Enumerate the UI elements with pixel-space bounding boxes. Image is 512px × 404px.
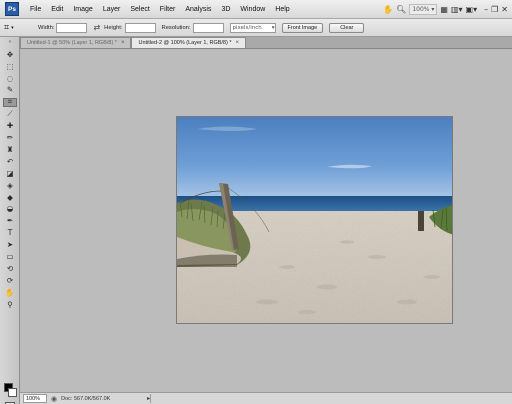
crop-tool-icon[interactable]: ⌗: [3, 97, 17, 107]
chevron-down-icon: ▾: [11, 24, 14, 31]
collapse-panel-icon[interactable]: »: [2, 39, 18, 45]
menu-help[interactable]: Help: [270, 6, 294, 13]
screen-mode-icon[interactable]: ▣▾: [466, 3, 478, 16]
3d-orbit-tool-icon[interactable]: ⟳: [3, 276, 17, 285]
menu-image[interactable]: Image: [68, 6, 97, 13]
hand-view-icon[interactable]: ✋: [383, 3, 393, 16]
menu-filter[interactable]: Filter: [155, 6, 181, 13]
menu-3d[interactable]: 3D: [216, 6, 235, 13]
clone-stamp-tool-icon[interactable]: ♜: [3, 145, 17, 154]
menu-layer[interactable]: Layer: [98, 6, 126, 13]
menu-window[interactable]: Window: [235, 6, 270, 13]
height-label: Height:: [104, 24, 123, 31]
status-zoom-field[interactable]: 100%: [23, 394, 47, 403]
beach-photo[interactable]: [176, 116, 453, 324]
application-bar-controls: ✋ 🔍︎ 100% ▾ ▦ ▥▾ ▣▾ – ❐ ✕: [383, 2, 508, 17]
document-canvas-area[interactable]: [21, 50, 512, 392]
history-brush-tool-icon[interactable]: ↶: [3, 157, 17, 166]
menu-file[interactable]: File: [25, 6, 46, 13]
front-image-button[interactable]: Front Image: [281, 22, 324, 33]
photoshop-logo-icon: Ps: [5, 2, 19, 16]
width-field[interactable]: [56, 22, 88, 33]
resolution-label: Resolution:: [161, 24, 191, 31]
width-label: Width:: [38, 24, 55, 31]
arrange-documents-icon[interactable]: ▥▾: [451, 3, 463, 16]
menu-analysis[interactable]: Analysis: [180, 6, 216, 13]
brush-tool-icon[interactable]: ✏: [3, 133, 17, 142]
hand-tool-icon[interactable]: ✋: [3, 288, 17, 297]
tool-options-bar: ⌗ ▾ Width: ⇄ Height: Resolution: pixels/i…: [0, 19, 512, 37]
path-selection-tool-icon[interactable]: ➤: [3, 240, 17, 249]
paint-bucket-tool-icon[interactable]: ◈: [3, 181, 17, 190]
zoom-view-icon[interactable]: 🔍︎: [396, 3, 406, 16]
marquee-tool-icon[interactable]: ⬚: [3, 62, 17, 71]
background-color-swatch[interactable]: [8, 388, 17, 397]
resolution-field[interactable]: [192, 22, 224, 33]
close-window-icon[interactable]: ✕: [501, 3, 508, 16]
spot-healing-tool-icon[interactable]: ✚: [3, 121, 17, 130]
pen-tool-icon[interactable]: ✒: [3, 217, 17, 226]
shape-tool-icon[interactable]: ▭: [3, 252, 17, 261]
horizontal-scroll-area[interactable]: [150, 394, 509, 403]
3d-rotate-tool-icon[interactable]: ⟲: [3, 264, 17, 273]
zoom-tool-icon[interactable]: ⚲: [3, 300, 17, 309]
resolution-unit-select[interactable]: pixels/inch ▾: [229, 22, 276, 33]
status-info-icon[interactable]: ◉: [51, 395, 57, 403]
close-icon[interactable]: ×: [121, 40, 125, 46]
status-bar: 100% ◉ Doc: 567.0K/567.0K ▸: [20, 392, 512, 404]
view-extras-icon[interactable]: ▦: [440, 3, 448, 16]
blur-tool-icon[interactable]: ◆: [3, 193, 17, 202]
dodge-tool-icon[interactable]: ◒: [3, 205, 17, 214]
lasso-tool-icon[interactable]: ◌: [3, 74, 17, 83]
clear-button[interactable]: Clear: [329, 22, 365, 33]
zoom-level-value: 100%: [412, 6, 430, 13]
tab-label: Untitled-2 @ 100% (Layer 1, RGB/8) *: [138, 40, 232, 46]
swap-dimensions-icon[interactable]: ⇄: [93, 23, 100, 32]
menu-select[interactable]: Select: [125, 6, 154, 13]
document-size-text: Doc: 567.0K/567.0K: [61, 395, 111, 402]
menu-edit[interactable]: Edit: [46, 6, 68, 13]
tools-panel: » ✥ ⬚ ◌ ✎ ⌗ ⟋ ✚ ✏ ♜ ↶ ◪ ◈ ◆ ◒ ✒ T ➤ ▭ ⟲ ⟳ ✋ ⚲: [0, 37, 20, 404]
document-tabs: Untitled-1 @ 50% (Layer 1, RGB/8) * × Un…: [20, 37, 512, 49]
beach-photo-image: [177, 117, 452, 323]
eraser-tool-icon[interactable]: ◪: [3, 169, 17, 178]
tab-label: Untitled-1 @ 50% (Layer 1, RGB/8) *: [27, 40, 117, 46]
zoom-level-select[interactable]: 100% ▾: [409, 4, 438, 15]
restore-window-icon[interactable]: ❐: [491, 3, 498, 16]
quick-selection-tool-icon[interactable]: ✎: [3, 86, 17, 95]
move-tool-icon[interactable]: ✥: [3, 50, 17, 59]
tool-preset-picker[interactable]: ⌗ ▾: [4, 21, 30, 35]
type-tool-icon[interactable]: T: [3, 229, 17, 238]
menu-items: File Edit Image Layer Select Filter Analysis 3D…: [25, 6, 295, 13]
tab-untitled-1[interactable]: Untitled-1 @ 50% (Layer 1, RGB/8) * ×: [20, 37, 132, 48]
eyedropper-tool-icon[interactable]: ⟋: [3, 110, 17, 119]
close-icon[interactable]: ×: [235, 40, 239, 46]
minimize-window-icon[interactable]: –: [484, 3, 488, 16]
tab-untitled-2[interactable]: Untitled-2 @ 100% (Layer 1, RGB/8) * ×: [131, 37, 246, 48]
height-field[interactable]: [124, 22, 156, 33]
crop-preset-icon: ⌗: [4, 22, 10, 33]
chevron-down-icon: ▾: [271, 24, 275, 31]
resolution-unit-value: pixels/inch: [232, 24, 262, 31]
menu-bar: Ps File Edit Image Layer Select Filter Analysi…: [0, 0, 512, 19]
